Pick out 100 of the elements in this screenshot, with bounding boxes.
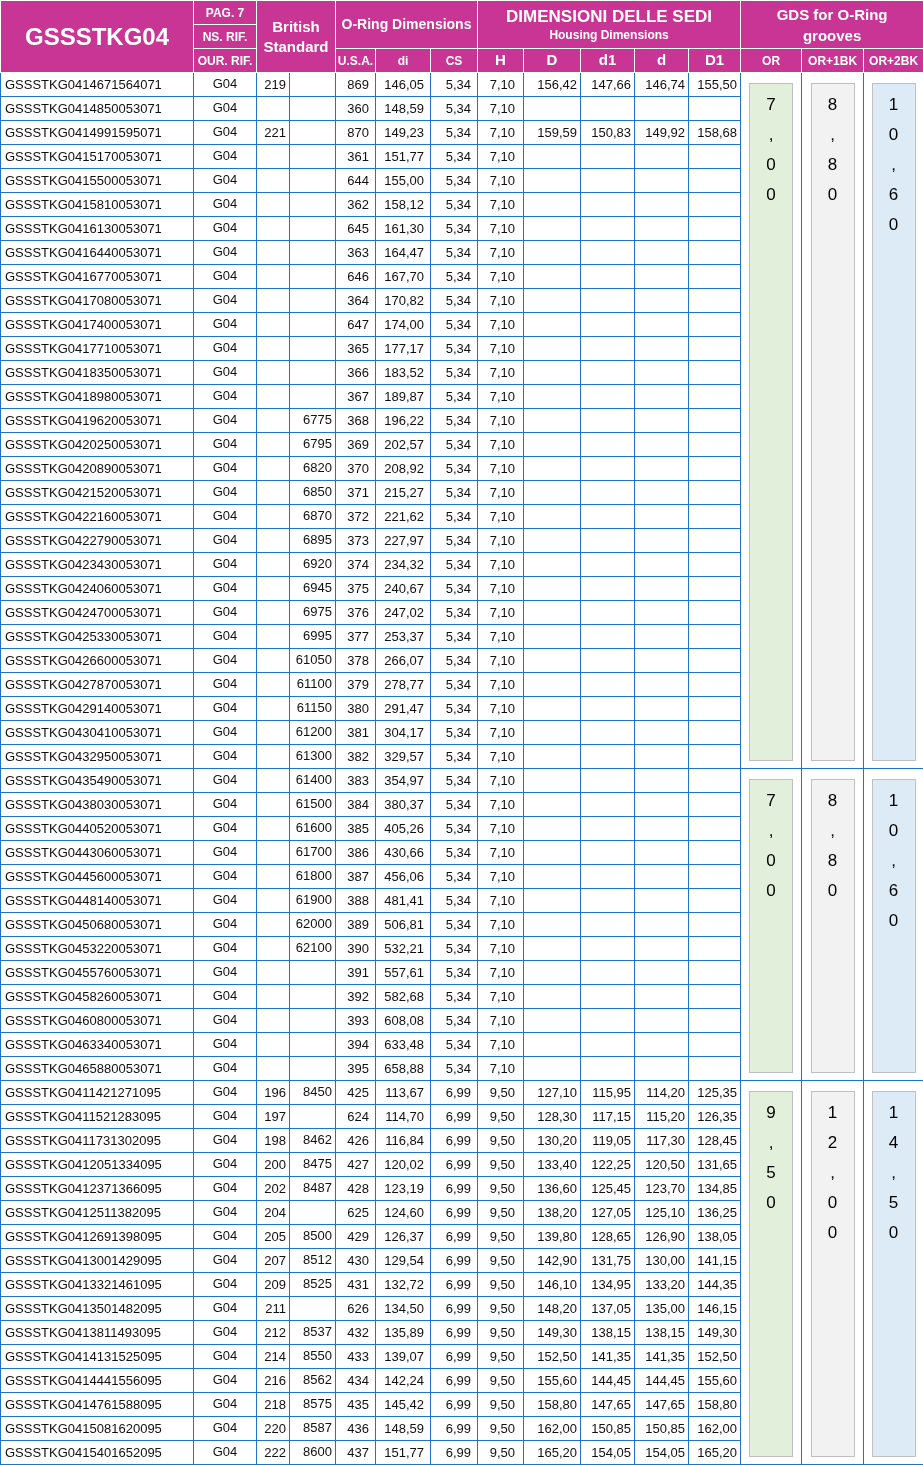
groove-value: 7,00 <box>766 790 777 902</box>
table-cell: GSSSTKG0413811493095 <box>5 1324 161 1340</box>
table-cell: 6,99 <box>445 1180 472 1196</box>
table-cell: 149,30 <box>537 1324 578 1340</box>
table-cell: G04 <box>212 484 238 499</box>
table-cell: GSSSTKG0415810053071 <box>5 196 162 212</box>
table-cell: 7,10 <box>489 532 516 548</box>
table-cell: GSSSTKG0412051334095 <box>5 1156 162 1172</box>
table-cell: 431 <box>347 1276 369 1292</box>
table-cell: 432 <box>347 1324 369 1340</box>
table-cell: 430 <box>347 1252 369 1268</box>
table-cell: G04 <box>212 1396 238 1411</box>
table-cell: 133,40 <box>537 1156 578 1172</box>
table-cell: G04 <box>212 652 238 667</box>
table-cell: G04 <box>212 268 238 283</box>
table-cell: 137,05 <box>591 1300 632 1316</box>
table-cell: 127,05 <box>591 1204 632 1220</box>
table-cell: GSSSTKG0425330053071 <box>5 628 162 644</box>
table-cell: 123,19 <box>384 1180 424 1196</box>
table-cell: 122,25 <box>591 1156 632 1172</box>
table-cell: 5,34 <box>445 292 472 308</box>
table-cell: 138,15 <box>591 1324 632 1340</box>
table-cell: 141,35 <box>591 1348 632 1364</box>
table-cell: 383 <box>347 772 369 788</box>
table-cell: 7,10 <box>489 244 516 260</box>
table-cell: 61300 <box>295 748 332 763</box>
table-cell: G04 <box>212 172 238 187</box>
groove-value: 8,80 <box>827 94 838 206</box>
groove-value: 8,80 <box>827 790 838 902</box>
table-cell: 7,10 <box>489 268 516 284</box>
table-cell: GSSSTKG0448140053071 <box>5 892 162 908</box>
table-cell: G04 <box>212 868 238 883</box>
table-cell: 304,17 <box>384 724 424 740</box>
table-cell: 115,95 <box>592 1084 632 1100</box>
table-cell: 155,50 <box>697 76 738 92</box>
table-cell: 167,70 <box>384 268 424 284</box>
table-cell: 434 <box>347 1372 369 1388</box>
table-cell: 5,34 <box>445 220 472 236</box>
table-cell: 5,34 <box>445 1036 472 1052</box>
table-cell: GSSSTKG0413001429095 <box>5 1252 162 1268</box>
table-cell: 392 <box>347 988 369 1004</box>
table-cell: 6870 <box>303 508 332 523</box>
table-cell: 120,02 <box>384 1156 424 1172</box>
table-cell: 128,30 <box>537 1108 578 1124</box>
table-cell: G04 <box>212 1252 238 1267</box>
table-cell: 6,99 <box>445 1084 472 1100</box>
table-cell: 430,66 <box>384 844 424 860</box>
table-cell: 5,34 <box>445 916 472 932</box>
table-cell: 6920 <box>303 556 332 571</box>
table-cell: 158,80 <box>697 1396 738 1412</box>
table-cell: 6,99 <box>445 1204 472 1220</box>
table-cell: 367 <box>347 388 369 404</box>
table-cell: 136,25 <box>697 1204 738 1220</box>
table-cell: 394 <box>347 1036 369 1052</box>
table-cell: 139,80 <box>537 1228 578 1244</box>
table-cell: 156,42 <box>537 76 578 92</box>
table-cell: 154,05 <box>591 1444 632 1460</box>
table-cell: 5,34 <box>445 316 472 332</box>
table-cell: 9,50 <box>489 1276 516 1292</box>
table-cell: 7,10 <box>489 772 516 788</box>
table-cell: 6795 <box>303 436 332 451</box>
table-cell: 7,10 <box>489 580 516 596</box>
table-cell: 582,68 <box>384 988 424 1004</box>
table-cell: GSSSTKG0419620053071 <box>5 412 162 428</box>
table-cell: 8487 <box>303 1180 332 1195</box>
table-cell: 7,10 <box>489 676 516 692</box>
table-cell: 363 <box>347 244 369 260</box>
table-cell: GSSSTKG0427870053071 <box>5 676 162 692</box>
table-cell: 8575 <box>303 1396 332 1411</box>
table-cell: 5,34 <box>445 748 472 764</box>
table-cell: 7,10 <box>489 700 516 716</box>
table-cell: 147,65 <box>645 1396 686 1412</box>
table-cell: 387 <box>347 868 369 884</box>
table-cell: 6775 <box>303 412 332 427</box>
table-cell: 329,57 <box>384 748 424 764</box>
table-cell: 5,34 <box>445 196 472 212</box>
table-cell: 5,34 <box>445 796 472 812</box>
table-cell: GSSSTKG0417080053071 <box>5 292 162 308</box>
oring-dimensions-header: O-Ring Dimensions <box>335 0 478 49</box>
table-cell: 388 <box>347 892 369 908</box>
table-cell: 7,10 <box>489 196 516 212</box>
table-cell: 240,67 <box>384 580 424 596</box>
table-cell: 380 <box>347 700 369 716</box>
table-cell: 7,10 <box>489 556 516 572</box>
table-cell: 5,34 <box>445 508 472 524</box>
table-cell: 362 <box>347 196 369 212</box>
table-cell: G04 <box>212 604 238 619</box>
table-cell: 361 <box>347 148 369 164</box>
table-cell: 557,61 <box>384 964 424 980</box>
table-cell: 9,50 <box>489 1348 516 1364</box>
table-cell: G04 <box>212 388 238 403</box>
table-cell: 7,10 <box>489 316 516 332</box>
table-cell: 221 <box>264 124 286 140</box>
table-cell: 5,34 <box>445 724 472 740</box>
page-label: PAG. 7 <box>193 0 257 25</box>
table-cell: G04 <box>212 988 238 1003</box>
table-cell: 372 <box>347 508 369 524</box>
table-cell: 205 <box>264 1228 286 1244</box>
table-cell: 6,99 <box>445 1300 472 1316</box>
table-cell: G04 <box>212 1156 238 1171</box>
